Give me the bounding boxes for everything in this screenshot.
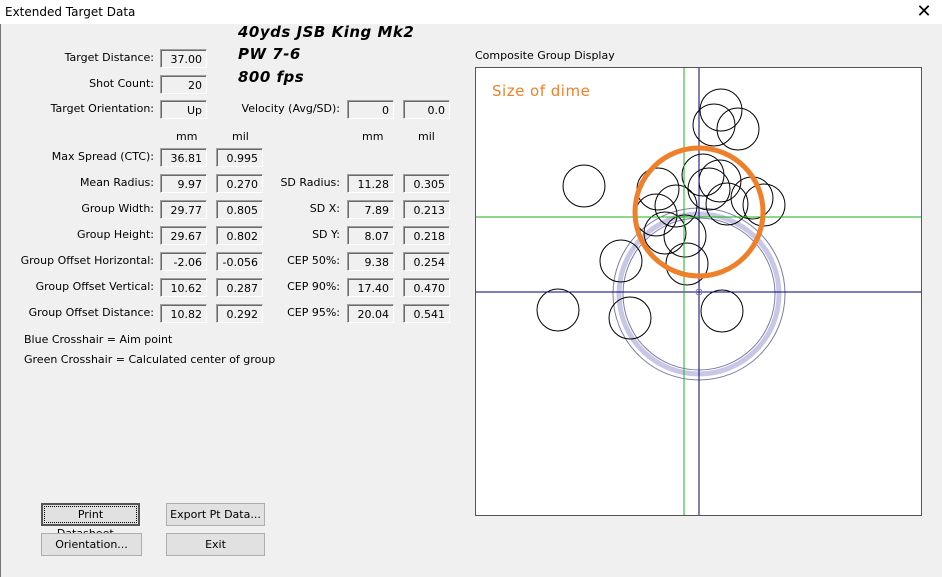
stat-value-mm: 9.38 <box>347 252 394 271</box>
right-unit-mm: mm <box>362 130 384 143</box>
stat-value-mil: 0.254 <box>403 252 450 271</box>
shot-hole <box>536 288 580 332</box>
title-bar: Extended Target Data ✕ <box>0 0 942 24</box>
stat-label: Group Offset Distance: <box>28 306 154 319</box>
stat-value-mil: 0.292 <box>216 304 263 323</box>
velocity-sd-value: 0.0 <box>403 100 450 119</box>
legend-blue-crosshair: Blue Crosshair = Aim point <box>24 333 173 346</box>
stat-value-mil: 0.802 <box>216 226 263 245</box>
stat-label: Group Offset Vertical: <box>35 280 154 293</box>
stat-label: Max Spread (CTC): <box>51 150 154 163</box>
stat-value-mm: -2.06 <box>160 252 207 271</box>
shot-hole <box>636 167 680 211</box>
group-plot: Size of dime <box>476 68 921 515</box>
stat-value-mil: 0.270 <box>216 174 263 193</box>
note-line-2: PW 7-6 <box>238 45 301 63</box>
shot-hole <box>700 289 744 333</box>
note-line-1: 40yds JSB King Mk2 <box>238 23 415 41</box>
target-orientation-value: Up <box>160 100 207 119</box>
exit-button[interactable]: Exit <box>166 533 265 556</box>
target-orientation-label: Target Orientation: <box>50 102 154 115</box>
legend-green-crosshair: Green Crosshair = Calculated center of g… <box>24 353 276 366</box>
window-left-border <box>0 24 1 577</box>
target-distance-label: Target Distance: <box>64 51 154 64</box>
stat-value-mm: 10.62 <box>160 278 207 297</box>
shot-hole <box>562 164 606 208</box>
shot-hole <box>665 242 709 286</box>
left-unit-mil: mil <box>232 130 249 143</box>
stat-value-mil: 0.305 <box>403 174 450 193</box>
stat-value-mm: 29.67 <box>160 226 207 245</box>
left-unit-mm: mm <box>176 130 198 143</box>
stat-value-mm: 17.40 <box>347 278 394 297</box>
stat-label: CEP 95%: <box>287 306 340 319</box>
stat-label: SD Radius: <box>280 176 340 189</box>
stat-label: Group Offset Horizontal: <box>20 254 154 267</box>
right-unit-mil: mil <box>418 130 435 143</box>
export-pt-data-button[interactable]: Export Pt Data... <box>166 503 265 526</box>
stat-label: Mean Radius: <box>79 176 154 189</box>
stat-value-mil: -0.056 <box>216 252 263 271</box>
stat-value-mm: 7.89 <box>347 200 394 219</box>
dime-annotation-label: Size of dime <box>492 82 590 100</box>
window-title: Extended Target Data <box>5 5 136 19</box>
stat-label: SD Y: <box>312 228 340 241</box>
shot-hole <box>698 159 742 203</box>
stat-value-mm: 8.07 <box>347 226 394 245</box>
shot-hole <box>699 88 743 132</box>
stat-value-mil: 0.541 <box>403 304 450 323</box>
stat-value-mm: 29.77 <box>160 200 207 219</box>
stat-value-mil: 0.213 <box>403 200 450 219</box>
stat-label: CEP 50%: <box>287 254 340 267</box>
stat-value-mm: 9.97 <box>160 174 207 193</box>
print-datasheet-button[interactable]: Print Datasheet... <box>41 503 140 540</box>
shot-hole <box>730 176 774 220</box>
shot-holes <box>536 88 786 340</box>
group-display-title: Composite Group Display <box>475 49 615 62</box>
stat-label: Group Width: <box>81 202 154 215</box>
stat-value-mil: 0.218 <box>403 226 450 245</box>
stat-value-mm: 20.04 <box>347 304 394 323</box>
velocity-avg-value: 0 <box>347 100 394 119</box>
stat-label: SD X: <box>309 202 340 215</box>
shot-hole <box>687 167 731 211</box>
stat-value-mil: 0.287 <box>216 278 263 297</box>
stat-value-mm: 36.81 <box>160 148 207 167</box>
stat-value-mil: 0.995 <box>216 148 263 167</box>
stat-value-mm: 11.28 <box>347 174 394 193</box>
velocity-label: Velocity (Avg/SD): <box>241 102 340 115</box>
stat-label: Group Height: <box>76 228 154 241</box>
close-icon[interactable]: ✕ <box>912 2 936 22</box>
shot-count-label: Shot Count: <box>89 77 154 90</box>
target-distance-value: 37.00 <box>160 49 207 68</box>
stat-label: CEP 90%: <box>287 280 340 293</box>
stat-value-mm: 10.82 <box>160 304 207 323</box>
stat-value-mil: 0.805 <box>216 200 263 219</box>
shot-count-value: 20 <box>160 75 207 94</box>
stat-value-mil: 0.470 <box>403 278 450 297</box>
orientation-button[interactable]: Orientation... <box>41 533 142 556</box>
note-line-3: 800 fps <box>238 68 305 86</box>
composite-group-display: Size of dime <box>475 67 922 516</box>
